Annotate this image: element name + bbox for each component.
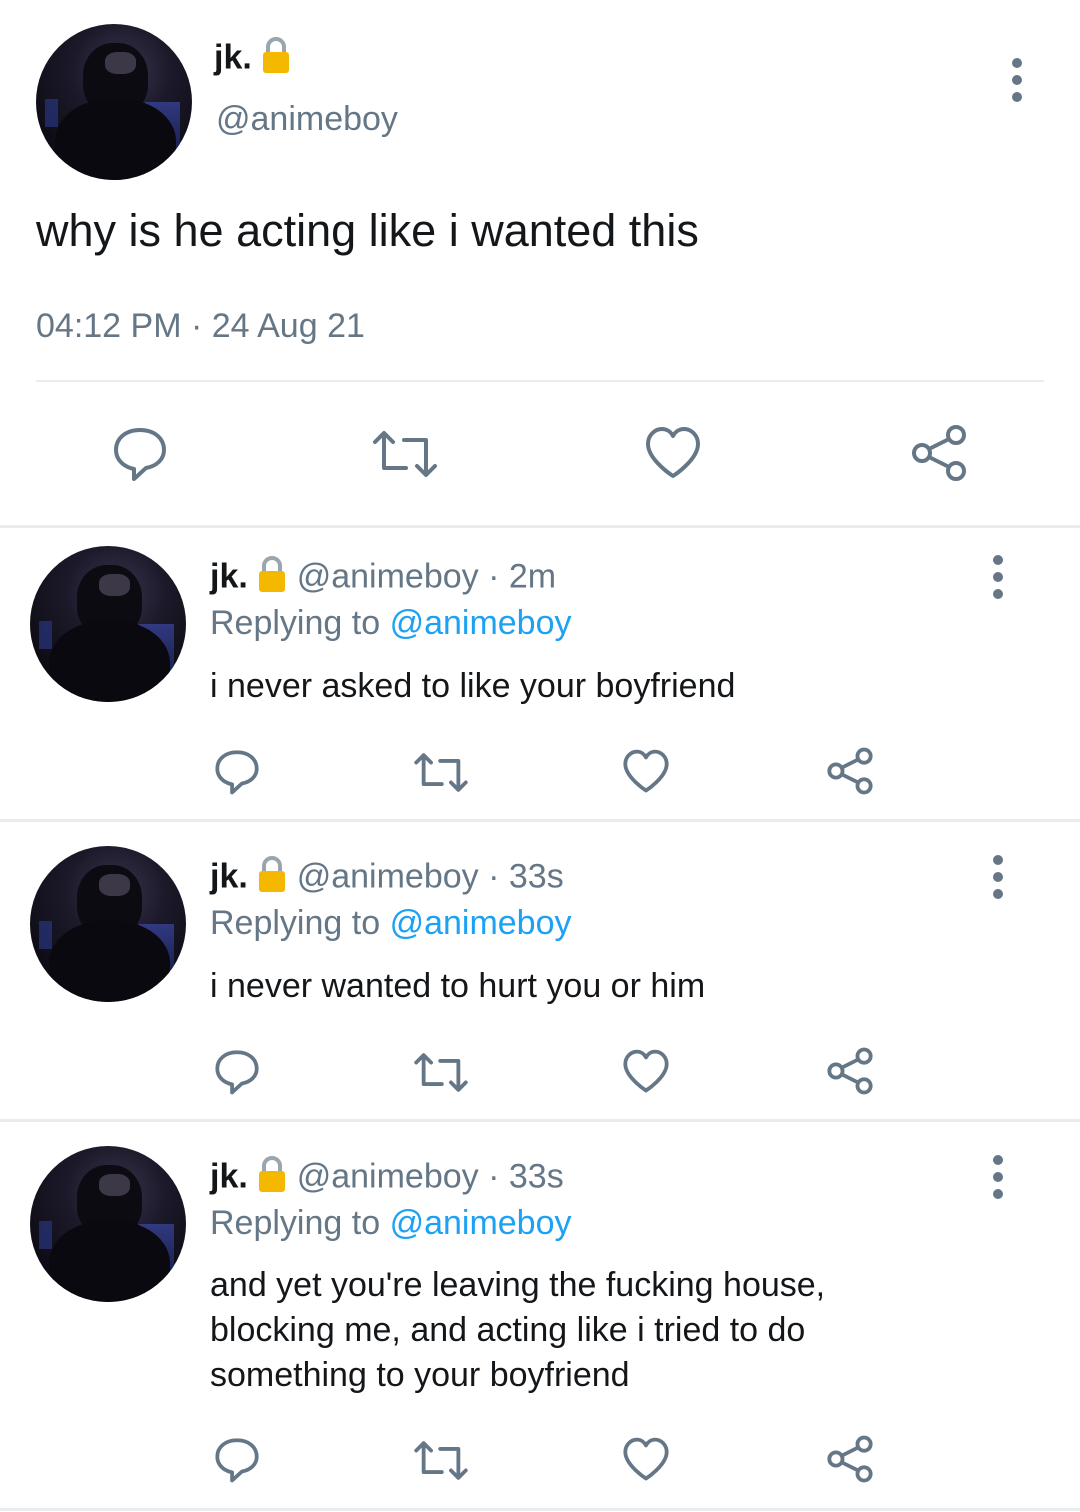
- reply-icon[interactable]: [214, 749, 260, 795]
- replying-to-link[interactable]: @animeboy: [390, 1204, 572, 1242]
- tweet-separator: [0, 525, 1080, 528]
- like-icon[interactable]: [644, 426, 702, 480]
- share-icon[interactable]: [826, 1435, 874, 1483]
- author-name-text[interactable]: jk.: [214, 38, 252, 76]
- more-options-icon[interactable]: [992, 1155, 1004, 1199]
- tweet-text: why is he acting like i wanted this: [36, 205, 699, 256]
- reply-text: i never wanted to hurt you or him: [210, 967, 706, 1005]
- divider: [36, 380, 1044, 382]
- reply-time: · 33s: [488, 857, 564, 896]
- reply-time: · 33s: [488, 1157, 564, 1196]
- replying-to: Replying to @animeboy: [210, 604, 572, 643]
- more-options-icon[interactable]: [992, 555, 1004, 599]
- replying-to: Replying to @animeboy: [210, 904, 572, 943]
- more-options-icon[interactable]: [992, 855, 1004, 899]
- avatar[interactable]: [30, 846, 186, 1002]
- share-icon[interactable]: [826, 747, 874, 795]
- like-icon[interactable]: [622, 1437, 670, 1482]
- lock-icon: [257, 555, 287, 602]
- reply-icon[interactable]: [214, 1437, 260, 1483]
- retweet-icon[interactable]: [412, 751, 470, 794]
- like-icon[interactable]: [622, 749, 670, 794]
- replying-to-link[interactable]: @animeboy: [390, 604, 572, 642]
- replying-to: Replying to @animeboy: [210, 1204, 572, 1243]
- author-name[interactable]: jk.: [210, 1157, 248, 1195]
- avatar[interactable]: [30, 1146, 186, 1302]
- reply-time: · 2m: [488, 557, 557, 596]
- tweet-separator: [0, 1119, 1080, 1122]
- avatar[interactable]: [36, 24, 192, 180]
- author-handle[interactable]: @animeboy: [297, 557, 479, 595]
- author-name[interactable]: jk.: [210, 557, 248, 595]
- replying-to-link[interactable]: @animeboy: [390, 904, 572, 942]
- lock-icon: [261, 36, 291, 83]
- replying-to-label: Replying to: [210, 604, 381, 642]
- reply-icon[interactable]: [112, 426, 168, 482]
- author-name[interactable]: jk.: [210, 857, 248, 895]
- reply-icon[interactable]: [214, 1049, 260, 1095]
- retweet-icon[interactable]: [412, 1051, 470, 1094]
- author-name[interactable]: jk.: [214, 36, 291, 83]
- author-handle[interactable]: @animeboy: [297, 1157, 479, 1195]
- reply-header: jk. @animeboy · 33s: [210, 1155, 564, 1202]
- tweet-separator: [0, 1508, 1080, 1511]
- tweet-separator: [0, 819, 1080, 822]
- like-icon[interactable]: [622, 1049, 670, 1094]
- reply-header: jk. @animeboy · 33s: [210, 855, 564, 902]
- retweet-icon[interactable]: [412, 1439, 470, 1482]
- author-handle[interactable]: @animeboy: [297, 857, 479, 895]
- share-icon[interactable]: [910, 424, 968, 482]
- share-icon[interactable]: [826, 1047, 874, 1095]
- replying-to-label: Replying to: [210, 1204, 381, 1242]
- lock-icon: [257, 855, 287, 902]
- tweet-timestamp[interactable]: 04:12 PM · 24 Aug 21: [36, 307, 365, 346]
- author-handle[interactable]: @animeboy: [216, 100, 398, 139]
- more-options-icon[interactable]: [1011, 58, 1023, 102]
- reply-text: i never asked to like your boyfriend: [210, 667, 736, 705]
- avatar[interactable]: [30, 546, 186, 702]
- reply-text: and yet you're leaving the fucking house…: [210, 1266, 826, 1394]
- replying-to-label: Replying to: [210, 904, 381, 942]
- retweet-icon[interactable]: [370, 428, 440, 480]
- reply-header: jk. @animeboy · 2m: [210, 555, 556, 602]
- lock-icon: [257, 1155, 287, 1202]
